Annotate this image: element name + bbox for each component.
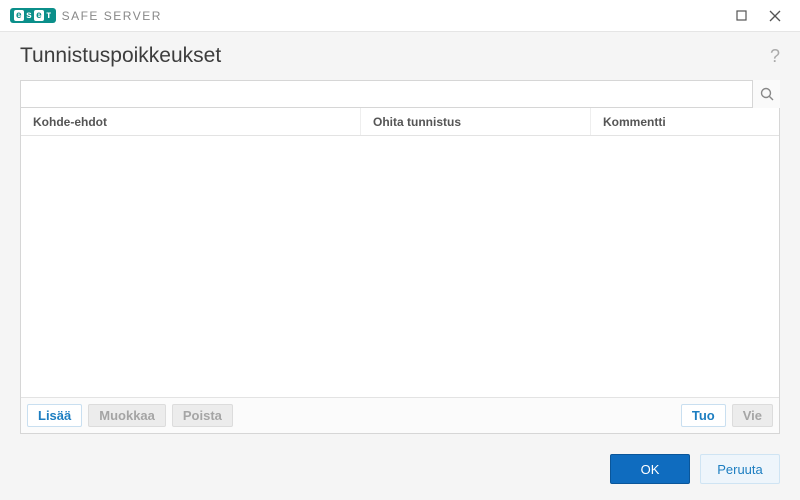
- help-button[interactable]: ?: [770, 46, 780, 67]
- page-body: Tunnistuspoikkeukset ? Kohde-ehdot Ohita…: [0, 32, 800, 500]
- search-icon: [760, 87, 774, 101]
- table-body: [21, 136, 779, 397]
- window-close-button[interactable]: [758, 0, 792, 32]
- exclusions-table: Kohde-ehdot Ohita tunnistus Kommentti Li…: [20, 107, 780, 434]
- search-button[interactable]: [752, 80, 780, 108]
- column-header-target[interactable]: Kohde-ehdot: [21, 108, 361, 135]
- column-label: Ohita tunnistus: [373, 115, 461, 129]
- close-icon: [769, 10, 781, 22]
- edit-button[interactable]: Muokkaa: [88, 404, 166, 427]
- delete-button[interactable]: Poista: [172, 404, 233, 427]
- help-icon: ?: [770, 46, 780, 66]
- table-header: Kohde-ehdot Ohita tunnistus Kommentti: [21, 108, 779, 136]
- cancel-button[interactable]: Peruuta: [700, 454, 780, 484]
- search-row: [20, 80, 780, 108]
- export-button[interactable]: Vie: [732, 404, 773, 427]
- dialog-footer: OK Peruuta: [20, 454, 780, 484]
- search-input[interactable]: [20, 80, 780, 108]
- import-button[interactable]: Tuo: [681, 404, 726, 427]
- square-icon: [736, 10, 747, 21]
- table-action-bar: Lisää Muokkaa Poista Tuo Vie: [21, 397, 779, 433]
- product-name: SAFE SERVER: [62, 9, 162, 23]
- column-label: Kommentti: [603, 115, 666, 129]
- ok-button[interactable]: OK: [610, 454, 690, 484]
- page-header: Tunnistuspoikkeukset ?: [20, 44, 780, 68]
- brand-logo: eseт SAFE SERVER: [10, 8, 162, 23]
- column-header-comment[interactable]: Kommentti: [591, 108, 779, 135]
- add-button[interactable]: Lisää: [27, 404, 82, 427]
- column-label: Kohde-ehdot: [33, 115, 107, 129]
- titlebar: eseт SAFE SERVER: [0, 0, 800, 32]
- window-maximize-button[interactable]: [724, 0, 758, 32]
- brand-badge: eseт: [10, 8, 56, 23]
- column-header-skip[interactable]: Ohita tunnistus: [361, 108, 591, 135]
- page-title: Tunnistuspoikkeukset: [20, 44, 221, 68]
